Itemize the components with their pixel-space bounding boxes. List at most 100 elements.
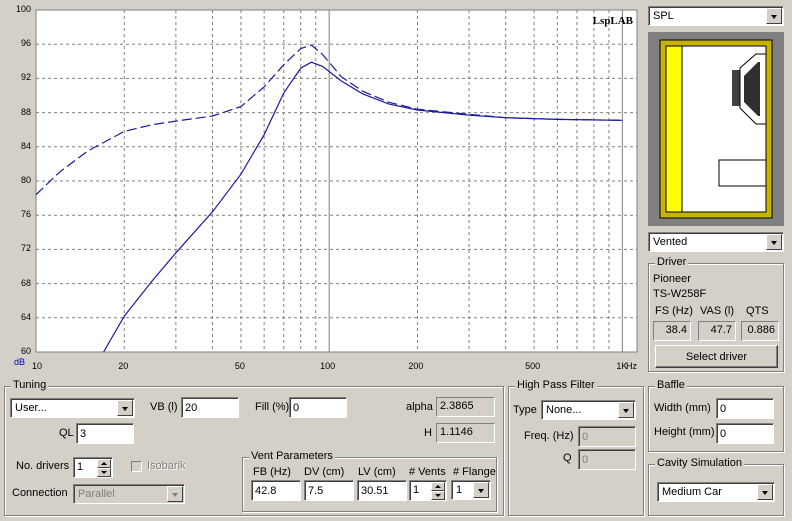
baffle-width-input[interactable] — [716, 398, 774, 419]
spl-graph[interactable]: LspLAB — [0, 0, 641, 376]
vents-spin[interactable] — [431, 482, 445, 501]
h-label: H — [424, 427, 432, 439]
box-type-value: Vented — [653, 236, 688, 248]
flange-label: # Flange — [453, 466, 496, 478]
isobarik-label: Isobarik — [147, 460, 186, 472]
vents-label: # Vents — [409, 466, 446, 478]
tuning-group-label: Tuning — [11, 379, 49, 391]
x-tick-label: 20 — [118, 361, 129, 371]
y-tick-label: 84 — [20, 140, 31, 151]
chevron-down-icon — [762, 491, 768, 495]
baffle-height-input[interactable] — [716, 423, 774, 444]
baffle-group: Baffle Width (mm) Height (mm) — [648, 379, 784, 452]
vent-group-label: Vent Parameters — [249, 450, 335, 462]
chevron-down-icon — [122, 407, 128, 411]
isobarik-checkbox[interactable] — [131, 461, 142, 472]
chevron-down-icon — [623, 409, 629, 413]
connection-label: Connection — [12, 487, 68, 499]
driver-group: Driver Pioneer TS-W258F FS (Hz) VAS (l) … — [648, 256, 784, 372]
driver-model: TS-W258F — [653, 288, 707, 300]
qts-value: 0.886 — [741, 321, 779, 341]
enclosure-diagram — [648, 32, 784, 226]
ql-input[interactable] — [76, 423, 134, 444]
alpha-label: alpha — [406, 401, 433, 413]
spin-up-icon[interactable] — [97, 459, 111, 468]
x-tick-label: 500 — [525, 361, 541, 371]
chevron-down-icon — [478, 489, 484, 493]
hpf-type-label: Type — [513, 404, 537, 416]
vb-input[interactable] — [181, 397, 239, 418]
y-tick-label: 72 — [20, 243, 31, 254]
x-tick-label: 200 — [408, 361, 424, 371]
vas-value: 47.7 — [698, 321, 736, 341]
chevron-down-icon — [172, 493, 178, 497]
drivers-value: 1 — [77, 461, 84, 473]
vent-group: Vent Parameters FB (Hz) DV (cm) LV (cm) … — [242, 450, 497, 512]
drivers-spin[interactable] — [97, 459, 111, 478]
fs-value: 38.4 — [653, 321, 691, 341]
vented-box-icon — [659, 39, 773, 219]
y-tick-label: 76 — [20, 209, 31, 220]
hpf-q-label: Q — [563, 452, 572, 464]
fb-label: FB (Hz) — [253, 466, 291, 478]
fill-label: Fill (%) — [255, 401, 290, 413]
cavity-select[interactable]: Medium Car — [657, 482, 775, 502]
chevron-down-icon — [771, 241, 777, 245]
select-driver-button[interactable]: Select driver — [655, 345, 778, 368]
hpf-freq-input[interactable] — [578, 426, 636, 447]
box-type-select[interactable]: Vented — [648, 232, 784, 252]
box-type-dropdown-button[interactable] — [766, 234, 782, 250]
lv-input[interactable] — [357, 480, 407, 501]
connection-select[interactable]: Parallel — [73, 484, 185, 504]
dv-input[interactable] — [304, 480, 354, 501]
cavity-dropdown-button[interactable] — [757, 484, 773, 500]
y-tick-label: 92 — [20, 72, 31, 83]
hpf-group: High Pass Filter Type None... Freq. (Hz)… — [508, 379, 644, 516]
alignment-select[interactable]: User... — [10, 398, 135, 418]
x-tick-label: 100 — [320, 361, 336, 371]
baffle-width-label: Width (mm) — [654, 402, 711, 414]
connection-dropdown-button[interactable] — [167, 486, 183, 502]
vents-stepper[interactable]: 1 — [409, 480, 447, 501]
cavity-value: Medium Car — [662, 486, 722, 498]
y-tick-label: 80 — [20, 175, 31, 185]
hpf-type-dropdown-button[interactable] — [618, 402, 634, 418]
chevron-down-icon — [771, 15, 777, 19]
spin-down-icon[interactable] — [97, 468, 111, 477]
vas-label: VAS (l) — [700, 305, 735, 317]
flange-value: 1 — [456, 484, 463, 496]
vents-value: 1 — [413, 484, 420, 496]
view-select-value: SPL — [653, 10, 674, 22]
lv-label: LV (cm) — [358, 466, 396, 478]
drivers-stepper[interactable]: 1 — [73, 457, 113, 478]
view-select[interactable]: SPL — [648, 6, 784, 26]
y-tick-label: 64 — [20, 311, 31, 322]
fb-input[interactable] — [251, 480, 301, 501]
drivers-label: No. drivers — [16, 460, 70, 472]
alignment-dropdown-button[interactable] — [117, 400, 133, 416]
view-select-dropdown-button[interactable] — [766, 8, 782, 24]
fs-label: FS (Hz) — [655, 305, 693, 317]
y-tick-label: 100 — [15, 4, 31, 14]
ql-label: QL — [59, 427, 74, 439]
driver-group-label: Driver — [655, 256, 689, 268]
alignment-value: User... — [15, 402, 47, 414]
hpf-type-select[interactable]: None... — [541, 400, 636, 420]
y-tick-label: 60 — [20, 346, 31, 356]
fill-input[interactable] — [289, 397, 347, 418]
x-tick-label: 10 — [32, 361, 43, 371]
vb-label: VB (l) — [150, 401, 178, 413]
hpf-group-label: High Pass Filter — [515, 379, 597, 391]
spin-up-icon[interactable] — [431, 482, 445, 491]
flange-select[interactable]: 1 — [451, 480, 491, 500]
flange-dropdown-button[interactable] — [473, 482, 489, 498]
x-tick-label: 50 — [234, 361, 245, 371]
baffle-height-label: Height (mm) — [654, 426, 715, 438]
baffle-group-label: Baffle — [655, 379, 687, 391]
y-unit-label: dB — [14, 357, 26, 367]
hpf-q-input[interactable] — [578, 449, 636, 470]
y-tick-label: 88 — [20, 106, 31, 117]
qts-label: QTS — [746, 305, 769, 317]
tuning-group: Tuning User... VB (l) Fill (%) alpha 2.3… — [4, 379, 504, 516]
spin-down-icon[interactable] — [431, 491, 445, 500]
